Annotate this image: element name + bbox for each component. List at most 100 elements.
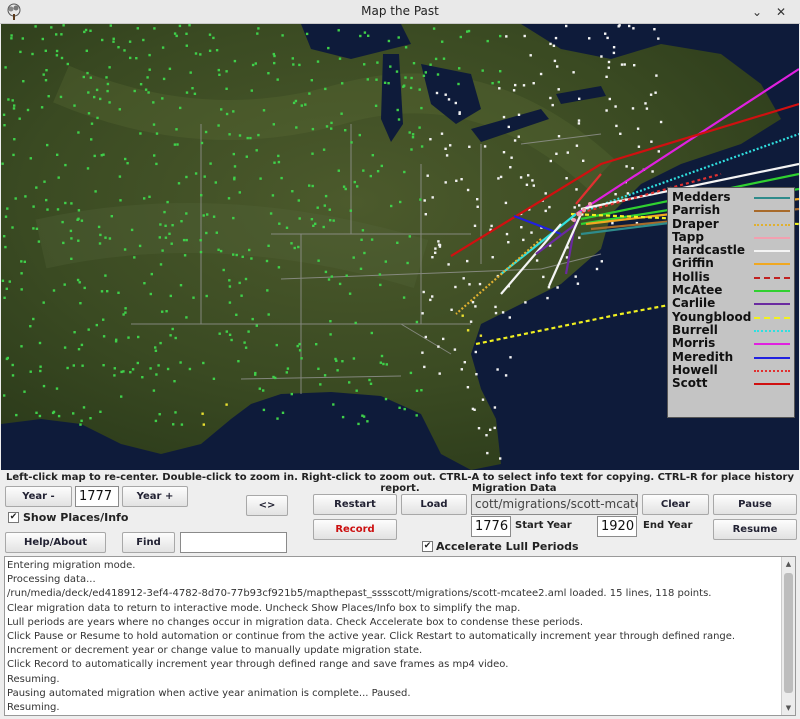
place-marker [363,251,366,255]
help-about-button[interactable]: Help/About [5,532,106,553]
place-marker [523,34,526,38]
place-marker [556,286,559,289]
place-marker [136,361,139,365]
collapse-window-button[interactable]: ⌄ [748,3,766,21]
place-marker [360,238,363,241]
place-marker [220,108,223,111]
place-marker [623,63,626,66]
end-year-input[interactable]: 1920 [597,516,637,537]
place-marker [32,317,35,321]
place-marker [292,63,295,66]
record-button[interactable]: Record [313,519,397,540]
place-marker [608,97,611,101]
migration-file-field[interactable]: cott/migrations/scott-mcatee2.aml [471,494,638,515]
place-marker [141,376,144,379]
place-marker [272,123,275,126]
place-marker [295,126,298,129]
place-marker [96,116,99,120]
accelerate-checkbox[interactable]: ✔ [422,541,433,552]
place-marker [171,327,174,331]
place-marker [205,294,208,298]
restart-button[interactable]: Restart [313,494,397,515]
satellite-map[interactable]: Medders Parrish Draper Tapp Hardcastle Griffi… [1,24,799,470]
log-scrollbar[interactable]: ▲ ▼ [781,557,795,715]
place-marker [193,92,197,95]
place-marker [371,154,374,157]
place-marker [361,229,365,232]
place-marker [285,226,289,229]
find-input[interactable] [180,532,287,553]
place-marker [505,232,509,236]
place-marker [618,24,621,27]
log-line: Lull periods are years where no changes … [7,616,584,628]
place-marker [180,423,184,426]
scroll-thumb[interactable] [784,573,793,693]
place-marker [185,32,188,35]
place-marker [525,183,529,186]
place-marker [63,346,67,349]
place-marker [447,98,451,101]
place-marker [131,368,135,371]
place-marker [384,260,387,263]
place-marker [1,279,5,282]
place-marker [566,151,569,154]
find-button[interactable]: Find [122,532,175,553]
pause-button[interactable]: Pause [713,494,797,515]
place-marker [429,298,432,302]
place-marker [99,97,102,101]
start-year-input[interactable]: 1776 [471,516,511,537]
place-marker [374,104,378,107]
place-marker [438,245,442,248]
place-marker [124,307,127,310]
place-marker [655,74,658,77]
place-marker [513,139,517,142]
place-marker [310,218,314,221]
place-marker [39,369,42,373]
place-marker [481,69,484,72]
year-input[interactable]: 1777 [75,486,119,507]
place-marker [436,73,440,76]
swap-button[interactable]: <> [246,495,288,516]
resume-button[interactable]: Resume [713,519,797,540]
place-marker [165,310,168,313]
place-marker [437,345,440,348]
load-button[interactable]: Load [401,494,467,515]
place-marker [426,174,429,177]
place-marker [338,282,342,286]
place-marker [366,78,369,81]
close-window-button[interactable]: ✕ [772,3,790,21]
place-marker [85,49,88,52]
place-marker [128,40,132,43]
clear-button[interactable]: Clear [642,494,709,515]
legend-swatch [754,329,790,332]
place-marker [409,86,413,90]
place-marker [341,82,344,85]
place-marker [31,52,34,56]
scroll-down-arrow-icon[interactable]: ▼ [782,701,795,715]
place-marker [338,57,342,60]
legend-label: Griffin [672,256,714,271]
legend-swatch [754,197,790,199]
year-plus-button[interactable]: Year + [122,486,188,507]
place-marker [633,64,636,67]
place-marker [458,67,461,70]
place-marker [565,24,568,28]
show-places-checkbox[interactable]: ✔ [8,512,19,523]
place-marker [95,323,98,327]
place-marker [10,34,13,37]
place-marker [110,215,113,218]
legend-swatch [754,263,790,266]
place-marker [412,62,416,65]
place-marker [415,320,419,324]
legend-row: Howell [672,363,794,377]
info-log[interactable]: Entering migration mode. Processing data.… [4,556,796,716]
scroll-up-arrow-icon[interactable]: ▲ [782,557,795,571]
legend-row: Morris [672,336,794,350]
place-marker [148,68,151,71]
place-marker [276,417,279,420]
legend-swatch [754,276,790,279]
place-marker [73,104,76,107]
year-minus-button[interactable]: Year - [5,486,72,507]
place-marker [259,177,262,180]
place-marker [51,411,55,415]
